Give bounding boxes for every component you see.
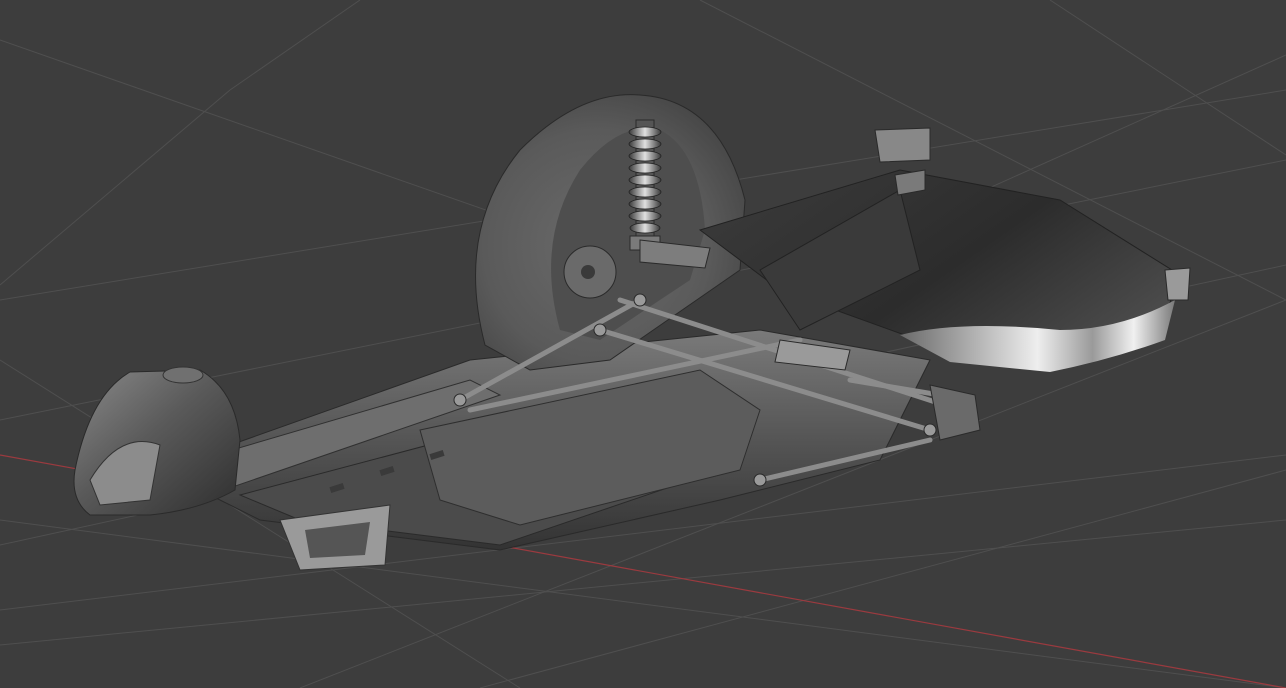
viewport-canvas[interactable] (0, 0, 1286, 688)
seat-tab-right[interactable] (1164, 267, 1191, 301)
vehicle-model[interactable] (73, 94, 1191, 571)
nose-cap[interactable] (162, 366, 204, 384)
seat-tab-mid[interactable] (894, 169, 926, 196)
rear-upright[interactable] (929, 384, 981, 441)
hub-center (581, 265, 595, 279)
3d-viewport[interactable] (0, 0, 1286, 688)
seat-tab-top[interactable] (874, 127, 931, 163)
